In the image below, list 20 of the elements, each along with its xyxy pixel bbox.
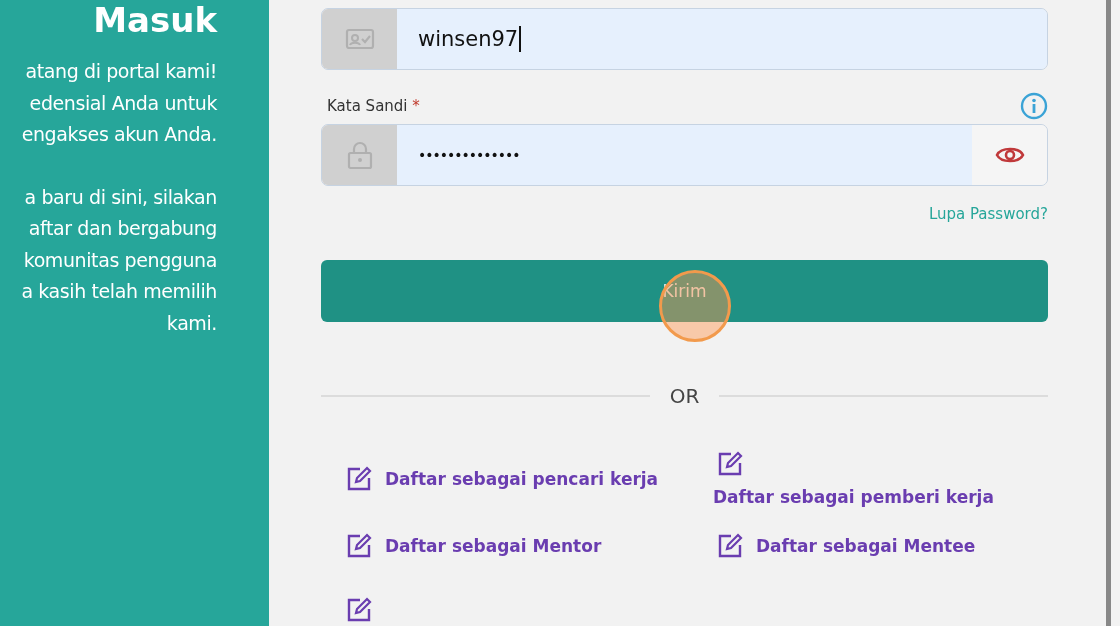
edit-icon: [346, 533, 372, 559]
edit-icon: [346, 466, 372, 492]
edit-icon: [717, 451, 743, 477]
welcome-text-line: edensial Anda untuk: [29, 90, 217, 116]
signup-link[interactable]: Daftar sebagai Mentee: [717, 533, 1048, 559]
welcome-text-line: atang di portal kami!: [25, 59, 217, 84]
welcome-text-line: komunitas pengguna: [23, 247, 217, 273]
info-icon[interactable]: [1020, 92, 1048, 120]
signup-link[interactable]: Daftar sebagai pemberi kerja: [713, 451, 1048, 507]
signup-link[interactable]: Daftar sebagai Mentor: [346, 533, 717, 559]
welcome-text-line: kami.: [166, 310, 217, 336]
welcome-text-line: aftar dan bergabung: [28, 216, 217, 241]
welcome-text-line: a baru di sini, silakan: [24, 184, 217, 210]
edit-icon: [717, 533, 743, 559]
edit-icon: [346, 597, 372, 623]
welcome-text-line: engakses akun Anda.: [21, 122, 217, 147]
password-label: Kata Sandi *: [327, 97, 420, 115]
page-title: Masuk: [93, 0, 217, 40]
welcome-text-line: a kasih telah memilih: [21, 279, 217, 304]
or-divider-text: OR: [669, 384, 700, 408]
